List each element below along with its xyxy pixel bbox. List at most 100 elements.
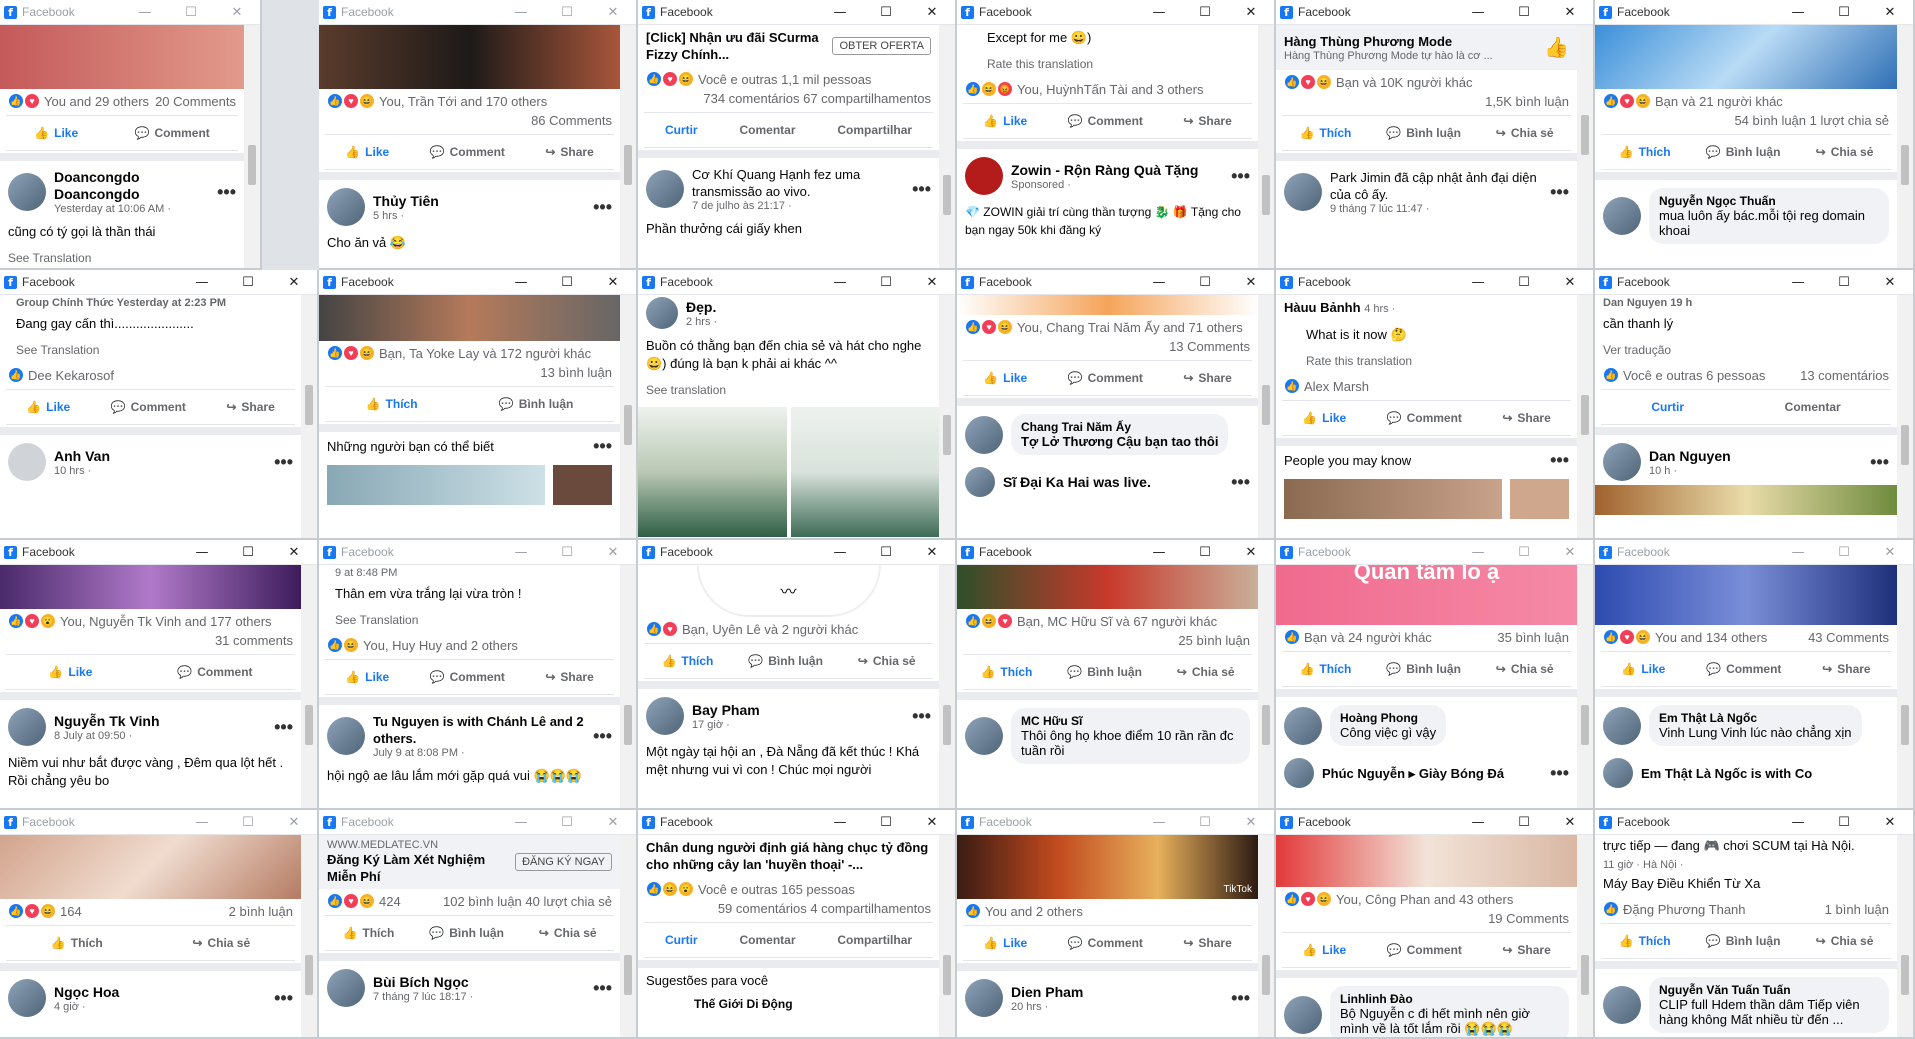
comment-count[interactable]: 1,5K bình luận — [1485, 94, 1569, 109]
comment-button[interactable]: 💬 Bình luận — [1706, 145, 1781, 159]
commenter-name[interactable]: MC Hữu Sĩ — [1021, 714, 1240, 728]
avatar[interactable] — [1284, 995, 1322, 1034]
maximize-button[interactable]: ☐ — [225, 270, 271, 294]
minimize-button[interactable]: — — [817, 0, 863, 24]
minimize-button[interactable]: — — [498, 0, 544, 24]
maximize-button[interactable]: ☐ — [863, 810, 909, 834]
scrollbar[interactable] — [301, 565, 317, 808]
maximize-button[interactable]: ☐ — [544, 270, 590, 294]
maximize-button[interactable]: ☐ — [863, 270, 909, 294]
close-button[interactable]: ✕ — [909, 0, 955, 24]
scrollbar[interactable] — [939, 835, 955, 1037]
share-button[interactable]: ↪ Share — [545, 145, 593, 159]
share-button[interactable]: ↪ Share — [1502, 411, 1550, 425]
like-button[interactable]: 👍 Like — [345, 670, 389, 684]
comment-count[interactable]: 13 bình luận — [540, 365, 612, 380]
more-options-icon[interactable]: ••• — [593, 436, 612, 457]
post-author[interactable]: Sĩ Đại Ka Hai was live. — [1003, 474, 1151, 491]
scrollbar[interactable] — [1258, 835, 1274, 1037]
close-button[interactable]: ✕ — [271, 810, 317, 834]
post-author[interactable]: Bùi Bích Ngọc — [373, 974, 473, 991]
avatar[interactable] — [1603, 758, 1633, 788]
ad-headline[interactable]: [Click] Nhận ưu đãi SCurma Fizzy Chính..… — [646, 29, 826, 63]
close-button[interactable]: ✕ — [1547, 0, 1593, 24]
comment-button[interactable]: Comentar — [1785, 400, 1841, 414]
more-options-icon[interactable]: ••• — [593, 197, 612, 218]
avatar[interactable] — [1284, 173, 1322, 211]
maximize-button[interactable]: ☐ — [1501, 0, 1547, 24]
more-options-icon[interactable]: ••• — [274, 717, 293, 738]
post-author[interactable]: Thủy Tiên — [373, 193, 439, 210]
close-button[interactable]: ✕ — [271, 270, 317, 294]
comment-count[interactable]: 1 bình luận — [1825, 902, 1889, 917]
reaction-count[interactable]: Đặng Phương Thanh — [1623, 902, 1746, 917]
minimize-button[interactable]: — — [1455, 810, 1501, 834]
maximize-button[interactable]: ☐ — [1182, 0, 1228, 24]
avatar[interactable] — [965, 157, 1003, 195]
comment-count[interactable]: 20 Comments — [155, 94, 236, 109]
video-thumbnail[interactable] — [319, 295, 620, 341]
see-translation-link[interactable]: Ver tradução — [1595, 337, 1897, 363]
maximize-button[interactable]: ☐ — [863, 0, 909, 24]
comment-button[interactable]: 💬 Bình luận — [429, 926, 504, 940]
avatar[interactable] — [965, 979, 1003, 1017]
reaction-count[interactable]: Alex Marsh — [1304, 379, 1369, 394]
like-button[interactable]: 👍 Like — [345, 145, 389, 159]
reaction-count[interactable]: You, HuỳnhTấn Tài and 3 others — [1017, 82, 1203, 97]
close-button[interactable]: ✕ — [590, 810, 636, 834]
like-button[interactable]: 👍 Like — [34, 126, 78, 140]
like-button[interactable]: 👍 Thích — [1299, 662, 1351, 676]
commenter-name[interactable]: Nguyễn Ngọc Thuấn — [1659, 194, 1879, 208]
share-button[interactable]: ↪ Chia sẻ — [1496, 662, 1554, 676]
comment-button[interactable]: 💬 Bình luận — [1067, 665, 1142, 679]
maximize-button[interactable]: ☐ — [1821, 540, 1867, 564]
maximize-button[interactable]: ☐ — [863, 540, 909, 564]
comment-button[interactable]: 💬 Comment — [430, 145, 505, 159]
minimize-button[interactable]: — — [1775, 540, 1821, 564]
minimize-button[interactable]: — — [1455, 270, 1501, 294]
post-author[interactable]: Anh Van — [54, 448, 110, 465]
minimize-button[interactable]: — — [498, 540, 544, 564]
like-button[interactable]: 👍 Thích — [1619, 145, 1671, 159]
reaction-count[interactable]: You, Chang Trai Năm Ấy and 71 others — [1017, 320, 1243, 335]
see-translation-link[interactable]: See Translation — [0, 245, 244, 268]
post-photo[interactable] — [790, 407, 939, 537]
maximize-button[interactable]: ☐ — [1501, 540, 1547, 564]
live-status[interactable]: trực tiếp — đang 🎮 chơi SCUM tại Hà Nội. — [1595, 835, 1897, 859]
commenter-name[interactable]: Linhlinh Đào — [1340, 992, 1559, 1006]
like-button[interactable]: 👍 Thích — [51, 936, 103, 950]
comment-button[interactable]: 💬 Comment — [177, 665, 252, 679]
like-button[interactable]: 👍 Like — [983, 371, 1027, 385]
more-options-icon[interactable]: ••• — [1550, 182, 1569, 203]
more-options-icon[interactable]: ••• — [1870, 452, 1889, 473]
share-button[interactable]: ↪ Chia sẻ — [1816, 934, 1874, 948]
close-button[interactable]: ✕ — [909, 540, 955, 564]
post-author[interactable]: Doancongdo Doancongdo — [54, 169, 209, 203]
comment-count[interactable]: 25 bình luận — [1178, 633, 1250, 648]
maximize-button[interactable]: ☐ — [1182, 540, 1228, 564]
minimize-button[interactable]: — — [1455, 540, 1501, 564]
maximize-button[interactable]: ☐ — [544, 0, 590, 24]
close-button[interactable]: ✕ — [1867, 810, 1913, 834]
close-button[interactable]: ✕ — [1228, 270, 1274, 294]
scrollbar[interactable] — [1577, 835, 1593, 1037]
comment-count[interactable]: 35 bình luận — [1497, 630, 1569, 645]
sponsored-label[interactable]: Sponsored · — [1011, 179, 1198, 191]
like-button[interactable]: Curtir — [665, 933, 698, 947]
scrollbar[interactable] — [939, 565, 955, 808]
more-options-icon[interactable]: ••• — [593, 726, 612, 747]
comment-button[interactable]: 💬 Comment — [135, 126, 210, 140]
avatar[interactable] — [327, 717, 365, 755]
more-options-icon[interactable]: ••• — [1550, 450, 1569, 471]
post-time[interactable]: 9 at 8:48 PM — [319, 565, 620, 581]
reaction-count[interactable]: You, Trần Tới and 170 others — [379, 94, 547, 109]
post-author[interactable]: Tu Nguyen is with Chánh Lê and 2 others. — [373, 713, 585, 747]
reaction-count[interactable]: Bạn, Uyên Lê và 2 người khác — [682, 622, 858, 637]
maximize-button[interactable]: ☐ — [1182, 270, 1228, 294]
share-button[interactable]: ↪ Chia sẻ — [1496, 126, 1554, 140]
maximize-button[interactable]: ☐ — [1821, 270, 1867, 294]
post-time[interactable]: 4 giờ · — [54, 1001, 119, 1013]
maximize-button[interactable]: ☐ — [1821, 810, 1867, 834]
post-time[interactable]: 20 hrs · — [1011, 1001, 1083, 1013]
maximize-button[interactable]: ☐ — [168, 0, 214, 24]
